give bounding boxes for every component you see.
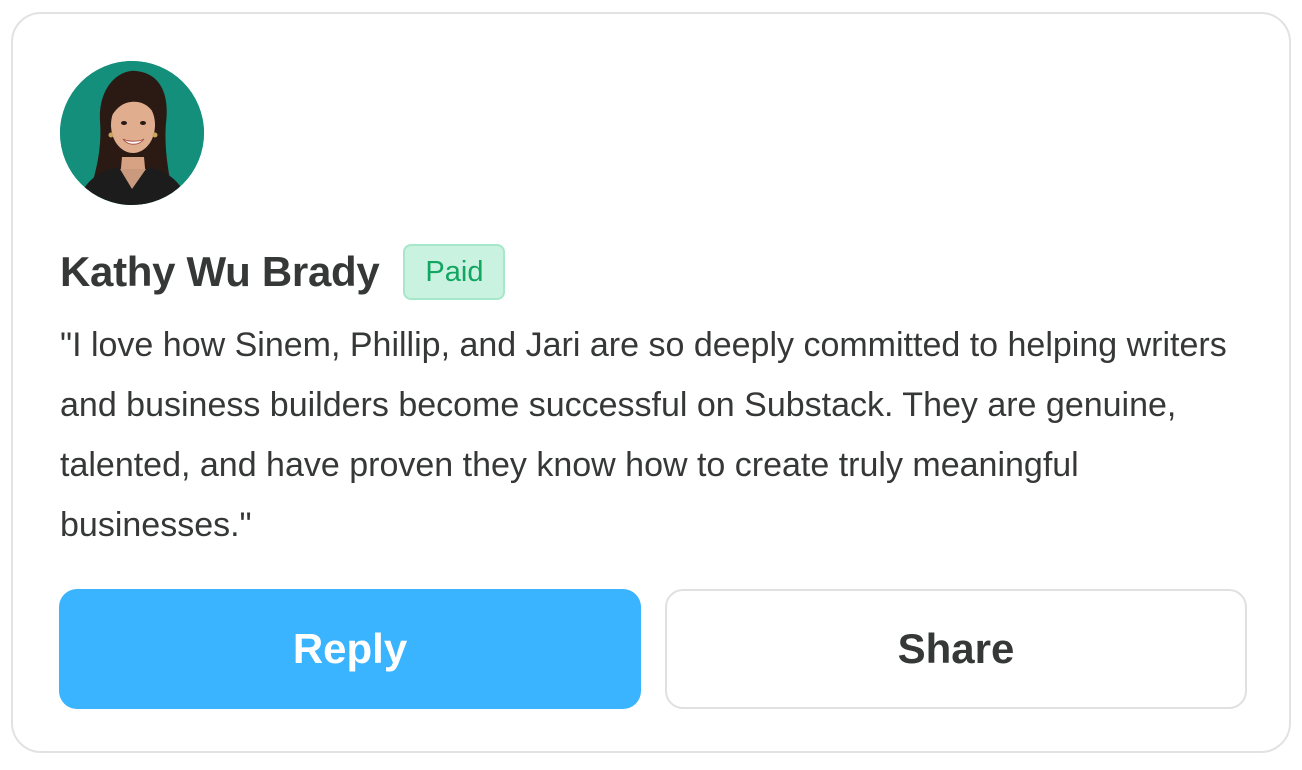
paid-badge: Paid — [403, 244, 506, 300]
avatar[interactable] — [60, 61, 204, 205]
share-button[interactable]: Share — [665, 589, 1247, 709]
comment-text: "I love how Sinem, Phillip, and Jari are… — [60, 326, 1227, 544]
author-name[interactable]: Kathy Wu Brady — [60, 248, 380, 296]
comment-card: Kathy Wu Brady Paid "I love how Sinem, P… — [11, 12, 1291, 753]
avatar-photo-icon — [60, 61, 204, 205]
author-row: Kathy Wu Brady Paid — [60, 242, 506, 302]
reply-button[interactable]: Reply — [59, 589, 641, 709]
